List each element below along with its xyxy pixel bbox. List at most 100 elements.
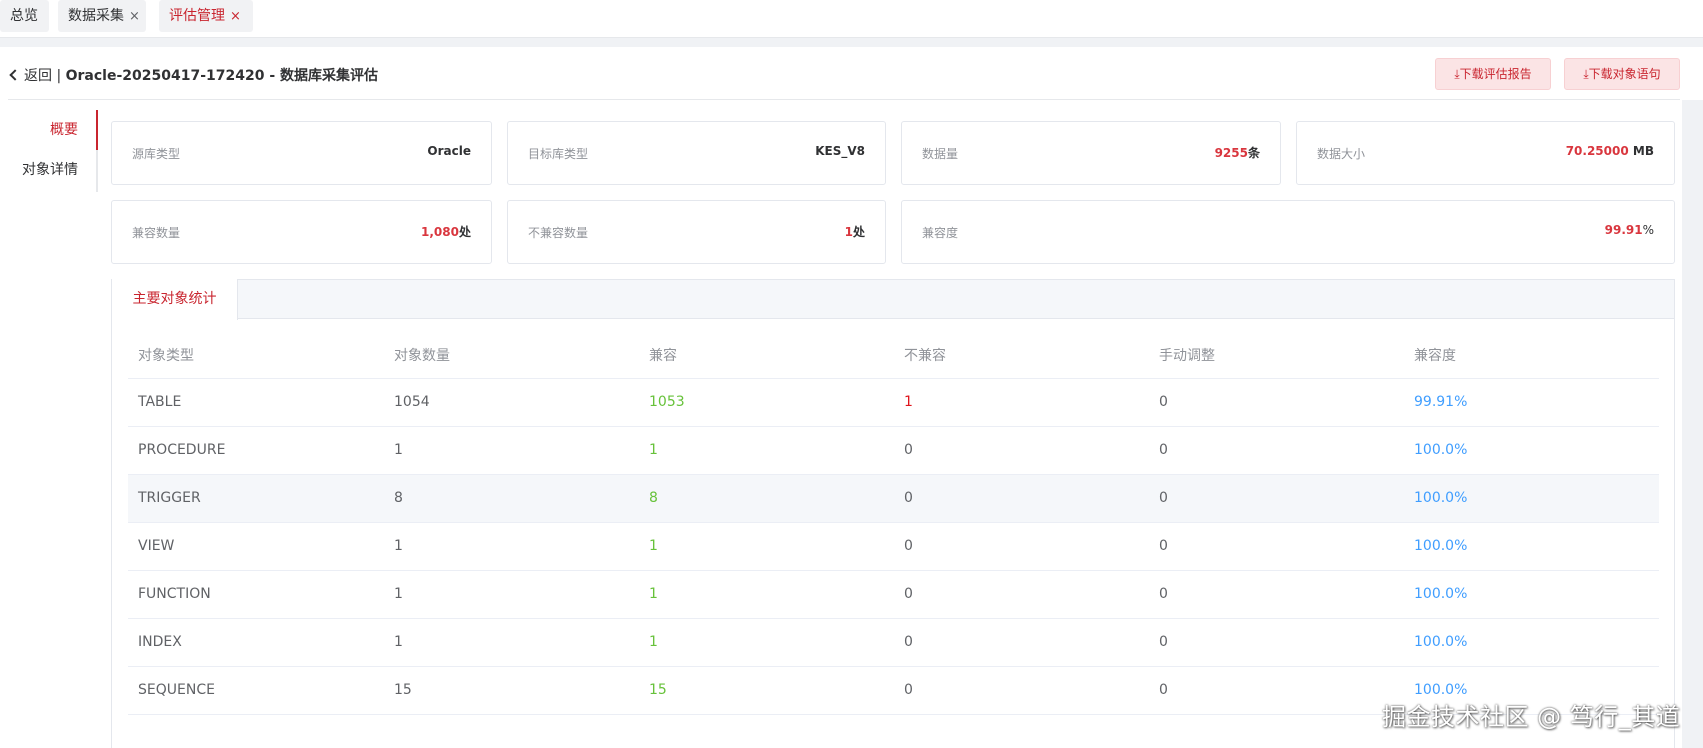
target-type-value: KES_V8 (815, 144, 865, 158)
compatible-cell: 1 (639, 522, 894, 571)
compatible-cell: 8 (639, 474, 894, 523)
object-type-cell: TRIGGER (128, 474, 384, 523)
incompatible-count-label: 不兼容数量 (528, 226, 589, 240)
side-nav: 概要 对象详情 (0, 110, 98, 192)
compatibility-rate-cell: 100.0% (1404, 522, 1659, 571)
table-header-row: 对象类型 对象数量 兼容 不兼容 手动调整 兼容度 (128, 333, 1659, 379)
object-type-cell: INDEX (128, 618, 384, 667)
nav-item-object-details[interactable]: 对象详情 (0, 150, 98, 190)
tab-main-object-stats[interactable]: 主要对象统计 (111, 279, 238, 320)
incompatible-count-value: 1处 (845, 223, 865, 240)
column-header: 对象类型 (128, 333, 384, 379)
manual-adjust-cell: 0 (1149, 474, 1404, 523)
nav-item-overview[interactable]: 概要 (0, 110, 98, 150)
right-edge (1682, 47, 1703, 748)
object-count-cell: 1 (384, 426, 639, 475)
incompatible-cell: 0 (894, 570, 1149, 619)
table-row[interactable]: INDEX 1 1 0 0 100.0% (128, 618, 1659, 667)
manual-adjust-cell: 0 (1149, 666, 1404, 715)
data-count-value: 9255条 (1215, 144, 1260, 161)
object-type-cell: FUNCTION (128, 570, 384, 619)
object-stats-table: 对象类型 对象数量 兼容 不兼容 手动调整 兼容度 TABLE 1054 105… (128, 333, 1659, 715)
object-type-cell: PROCEDURE (128, 426, 384, 475)
page-header: 返回 | Oracle-20250417-172420 - 数据库采集评估 ⤓下… (0, 47, 1703, 100)
manual-adjust-cell: 0 (1149, 570, 1404, 619)
object-count-cell: 1 (384, 522, 639, 571)
data-count-label: 数据量 (922, 147, 959, 161)
compatible-cell: 1 (639, 570, 894, 619)
table-row[interactable]: PROCEDURE 1 1 0 0 100.0% (128, 426, 1659, 475)
compatibility-rate-cell: 100.0% (1404, 474, 1659, 523)
incompatible-count-unit: 处 (852, 225, 865, 239)
object-count-cell: 1054 (384, 378, 639, 427)
compatibility-rate-cell: 100.0% (1404, 618, 1659, 667)
compatible-cell: 1053 (639, 378, 894, 427)
incompatible-count-number: 1 (844, 225, 853, 239)
compatible-cell: 15 (639, 666, 894, 715)
tab-data-collection-label: 数据采集 (68, 8, 124, 24)
object-type-cell: TABLE (128, 378, 384, 427)
data-size-number: 70.25000 (1565, 144, 1629, 158)
data-count-number: 9255 (1214, 146, 1248, 160)
object-count-cell: 1 (384, 618, 639, 667)
title-separator: | (52, 68, 66, 84)
compatibility-value: 99.91% (1605, 223, 1654, 237)
compatible-count-number: 1,080 (421, 225, 459, 239)
compatibility-label: 兼容度 (922, 226, 959, 240)
download-statements-button[interactable]: ⤓下载对象语句 (1564, 58, 1680, 90)
data-size-unit: MB (1632, 144, 1654, 158)
compatibility-unit: % (1642, 223, 1654, 237)
source-type-card: 源库类型 Oracle (111, 121, 492, 185)
tab-evaluation-management[interactable]: 评估管理 × (159, 0, 253, 32)
compatibility-number: 99.91 (1604, 223, 1643, 237)
header-divider (8, 99, 1680, 100)
data-count-unit: 条 (1247, 146, 1260, 160)
incompatible-cell: 0 (894, 474, 1149, 523)
object-stats-panel: 主要对象统计 对象类型 对象数量 兼容 不兼容 手动调整 兼容度 TABLE 1… (111, 279, 1675, 748)
compatibility-rate-cell: 99.91% (1404, 378, 1659, 427)
close-icon[interactable]: × (230, 9, 241, 24)
incompatible-count-card: 不兼容数量 1处 (507, 200, 886, 264)
object-count-cell: 1 (384, 570, 639, 619)
incompatible-cell: 0 (894, 426, 1149, 475)
download-report-label: 下载评估报告 (1459, 67, 1532, 81)
table-row[interactable]: FUNCTION 1 1 0 0 100.0% (128, 570, 1659, 619)
data-size-label: 数据大小 (1317, 147, 1366, 161)
compatible-count-card: 兼容数量 1,080处 (111, 200, 492, 264)
object-count-cell: 15 (384, 666, 639, 715)
incompatible-cell: 0 (894, 666, 1149, 715)
data-size-value: 70.25000 MB (1566, 144, 1654, 158)
chevron-left-icon (9, 69, 21, 81)
compatible-cell: 1 (639, 426, 894, 475)
content-gap (0, 38, 1703, 47)
target-type-label: 目标库类型 (528, 147, 589, 161)
object-type-cell: SEQUENCE (128, 666, 384, 715)
column-header: 对象数量 (384, 333, 639, 379)
manual-adjust-cell: 0 (1149, 522, 1404, 571)
manual-adjust-cell: 0 (1149, 618, 1404, 667)
compatible-count-value: 1,080处 (421, 223, 471, 240)
watermark: 掘金技术社区 @ 笃行_其道 (1382, 703, 1681, 731)
tab-overview[interactable]: 总览 (0, 0, 49, 32)
data-count-card: 数据量 9255条 (901, 121, 1281, 185)
manual-adjust-cell: 0 (1149, 426, 1404, 475)
incompatible-cell: 1 (894, 378, 1149, 427)
compatibility-card: 兼容度 99.91% (901, 200, 1675, 264)
compatibility-rate-cell: 100.0% (1404, 570, 1659, 619)
table-row[interactable]: TRIGGER 8 8 0 0 100.0% (128, 474, 1659, 523)
back-label: 返回 (24, 68, 52, 84)
tab-overview-label: 总览 (10, 8, 38, 24)
tab-bar: 总览 数据采集 × 评估管理 × (0, 0, 1703, 38)
download-report-button[interactable]: ⤓下载评估报告 (1435, 58, 1551, 90)
close-icon[interactable]: × (129, 9, 140, 24)
table-row[interactable]: VIEW 1 1 0 0 100.0% (128, 522, 1659, 571)
target-type-card: 目标库类型 KES_V8 (507, 121, 886, 185)
back-link[interactable]: 返回 | Oracle-20250417-172420 - 数据库采集评估 (8, 65, 378, 85)
tab-data-collection[interactable]: 数据采集 × (58, 0, 146, 32)
download-statements-label: 下载对象语句 (1588, 67, 1661, 81)
panel-tab-bar: 主要对象统计 (111, 279, 1674, 320)
compatibility-rate-cell: 100.0% (1404, 426, 1659, 475)
table-row[interactable]: TABLE 1054 1053 1 0 99.91% (128, 378, 1659, 427)
tab-evaluation-management-label: 评估管理 (169, 8, 225, 24)
source-type-value: Oracle (427, 144, 471, 158)
